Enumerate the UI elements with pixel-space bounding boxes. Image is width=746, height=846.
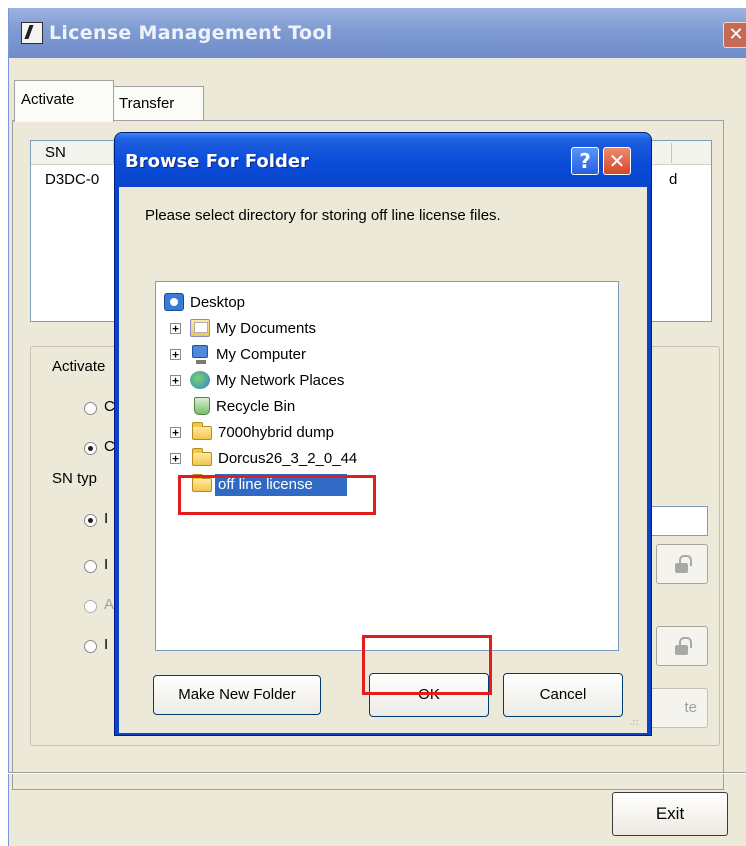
make-new-folder-button[interactable]: Make New Folder	[153, 675, 321, 715]
radio-option-2[interactable]	[84, 442, 97, 455]
folder-icon	[192, 448, 212, 466]
tree-item-7000hybrid-dump[interactable]: + 7000hybrid dump	[156, 420, 618, 446]
tree-item-recycle-bin[interactable]: Recycle Bin	[156, 394, 618, 420]
tree-item-my-network-places[interactable]: + My Network Places	[156, 368, 618, 394]
main-close-button[interactable]: ✕	[723, 22, 746, 48]
tree-item-label: Desktop	[190, 294, 246, 311]
expand-icon[interactable]: +	[170, 349, 181, 360]
tree-item-my-computer[interactable]: + My Computer	[156, 342, 618, 368]
list-row-status: d	[669, 171, 678, 188]
tree-item-label: Dorcus26_3_2_0_44	[218, 450, 358, 467]
tree-item-label: My Computer	[216, 346, 307, 363]
tree-item-my-documents[interactable]: + My Documents	[156, 316, 618, 342]
sn-type-radio-1[interactable]	[84, 514, 97, 527]
expand-icon[interactable]: +	[170, 323, 181, 334]
desktop-icon	[164, 293, 184, 311]
sn-input-field[interactable]	[650, 506, 708, 536]
main-titlebar[interactable]: License Management Tool ✕	[9, 8, 746, 58]
sn-type-radio-4[interactable]	[84, 640, 97, 653]
sn-type-radio-3[interactable]	[84, 600, 97, 613]
network-places-icon	[190, 371, 210, 389]
tree-item-label: 7000hybrid dump	[218, 424, 334, 441]
main-window-title: License Management Tool	[49, 22, 333, 44]
dialog-close-button[interactable]: ✕	[603, 147, 631, 175]
resize-grip[interactable]: .::	[629, 717, 645, 731]
app-icon	[21, 22, 43, 44]
folder-icon	[192, 422, 212, 440]
folder-tree[interactable]: Desktop + My Documents + My Computer + M…	[155, 281, 619, 651]
tree-item-desktop[interactable]: Desktop	[156, 290, 618, 316]
sn-type-label: SN typ	[52, 470, 98, 487]
activate-group-label: Activate	[52, 358, 106, 375]
expand-icon[interactable]: +	[170, 427, 181, 438]
tree-item-dorcus26[interactable]: + Dorcus26_3_2_0_44	[156, 446, 618, 472]
lock-button-2[interactable]	[656, 626, 708, 666]
annotation-box-selected-folder	[178, 475, 376, 515]
sn-type-radio-2[interactable]	[84, 560, 97, 573]
sn-type-radio-4-label: I	[104, 636, 109, 653]
computer-icon	[192, 345, 208, 364]
expand-icon[interactable]: +	[170, 375, 181, 386]
sn-type-radio-1-label: I	[104, 510, 109, 527]
dialog-titlebar[interactable]: Browse For Folder ? ✕	[115, 133, 651, 187]
exit-button[interactable]: Exit	[612, 792, 728, 836]
dialog-message: Please select directory for storing off …	[145, 207, 501, 224]
list-row-sn[interactable]: D3DC-0	[45, 171, 99, 188]
annotation-box-ok-button	[362, 635, 492, 695]
my-documents-icon	[190, 319, 210, 337]
tree-item-label: My Documents	[216, 320, 317, 337]
help-button[interactable]: ?	[571, 147, 599, 175]
tree-item-label: My Network Places	[216, 372, 345, 389]
sn-type-radio-3-label: A	[104, 596, 115, 613]
recycle-bin-icon	[194, 397, 210, 415]
radio-option-1[interactable]	[84, 402, 97, 415]
column-header-sn[interactable]: SN	[45, 144, 66, 161]
bottom-separator	[8, 772, 746, 774]
lock-button-1[interactable]	[656, 544, 708, 584]
tree-item-label: Recycle Bin	[216, 398, 296, 415]
tab-activate[interactable]: Activate	[14, 80, 114, 122]
column-divider	[671, 143, 672, 163]
dialog-title: Browse For Folder	[125, 151, 309, 172]
expand-icon[interactable]: +	[170, 453, 181, 464]
tab-transfer[interactable]: Transfer	[112, 86, 204, 120]
cancel-button[interactable]: Cancel	[503, 673, 623, 717]
sn-type-radio-2-label: I	[104, 556, 109, 573]
